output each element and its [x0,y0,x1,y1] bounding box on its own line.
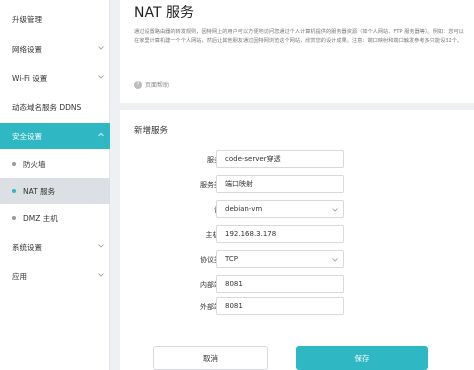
internal-port-input[interactable]: 8081 [216,275,344,293]
sidebar-item-ddns[interactable]: 动态域名服务 DDNS [0,94,110,120]
section-title: 新增服务 [134,126,169,136]
chevron-down-icon [98,273,104,277]
sidebar-item-wifi[interactable]: Wi-Fi 设置 [0,65,110,91]
sidebar-item-security[interactable]: 安全设置 [0,123,110,149]
device-select[interactable]: debian-vm [216,200,344,218]
device-value: debian-vm [225,205,263,213]
protocol-value: TCP [225,255,238,263]
sidebar-subitem-dmz[interactable]: DMZ 主机 [0,205,110,231]
external-port-input[interactable]: 8081 [216,297,344,315]
host-ip-input[interactable]: 192.168.3.178 [216,225,344,243]
bullet-dot-icon [12,189,16,193]
chevron-down-icon [332,258,338,262]
external-port-value: 8081 [225,302,243,310]
sidebar-item-network[interactable]: 网络设置 [0,36,110,62]
main-content: NAT 服务 通过设置路由器的转发规则，因特网上的用户可以方便地访问您通过个人计… [120,0,474,370]
internal-port-value: 8081 [225,280,243,288]
chevron-down-icon [98,75,104,79]
protocol-select[interactable]: TCP [216,250,344,268]
page-title: NAT 服务 [134,5,194,21]
sidebar: 升级管理 网络设置 Wi-Fi 设置 动态域名服务 DDNS 安全设置 防火墙 … [0,0,110,370]
page-help-label: 页面帮助 [145,82,170,89]
sidebar-item-label: 安全设置 [12,131,42,141]
sidebar-item-label: 系统设置 [12,242,42,252]
chevron-down-icon [98,244,104,248]
page-help-link[interactable]: ? 页面帮助 [134,80,169,89]
service-type-field: 端口映射 [216,175,344,193]
chevron-down-icon [332,208,338,212]
service-type-value: 端口映射 [225,180,253,188]
header-card: NAT 服务 通过设置路由器的转发规则，因特网上的用户可以方便地访问您通过个人计… [120,0,474,103]
bullet-dot-icon [12,216,16,220]
sidebar-item-system[interactable]: 系统设置 [0,234,110,260]
add-service-form: 新增服务 服务名 code-server穿透 服务类型 端口映射 设备 debi… [120,110,474,370]
service-name-value: code-server穿透 [225,155,281,163]
sidebar-item-label: 网络设置 [12,44,42,54]
service-name-input[interactable]: code-server穿透 [216,150,344,168]
sidebar-subitem-nat[interactable]: NAT 服务 [0,178,110,204]
sidebar-item-label: 动态域名服务 DDNS [12,102,82,112]
sidebar-item-label: Wi-Fi 设置 [12,73,48,83]
save-button[interactable]: 保存 [296,346,428,370]
sidebar-subitem-label: NAT 服务 [23,186,56,196]
sidebar-subitem-firewall[interactable]: 防火墙 [0,151,110,177]
router-admin-page: 升级管理 网络设置 Wi-Fi 设置 动态域名服务 DDNS 安全设置 防火墙 … [0,0,474,370]
sidebar-item-label: 升级管理 [12,14,42,24]
sidebar-item-upgrade[interactable]: 升级管理 [0,6,110,32]
sidebar-subitem-label: 防火墙 [23,159,46,169]
sidebar-item-apps[interactable]: 应用 [0,263,110,289]
sidebar-item-label: 应用 [12,271,27,281]
page-description: 通过设置路由器的转发规则，因特网上的用户可以方便地访问您通过个人计算机提供的服务… [134,29,464,44]
bullet-dot-icon [12,162,16,166]
sidebar-subitem-label: DMZ 主机 [23,213,58,223]
cancel-button[interactable]: 取消 [153,346,268,370]
host-ip-value: 192.168.3.178 [225,230,277,238]
chevron-down-icon [98,46,104,50]
question-icon: ? [134,80,142,89]
chevron-up-icon [98,132,104,137]
